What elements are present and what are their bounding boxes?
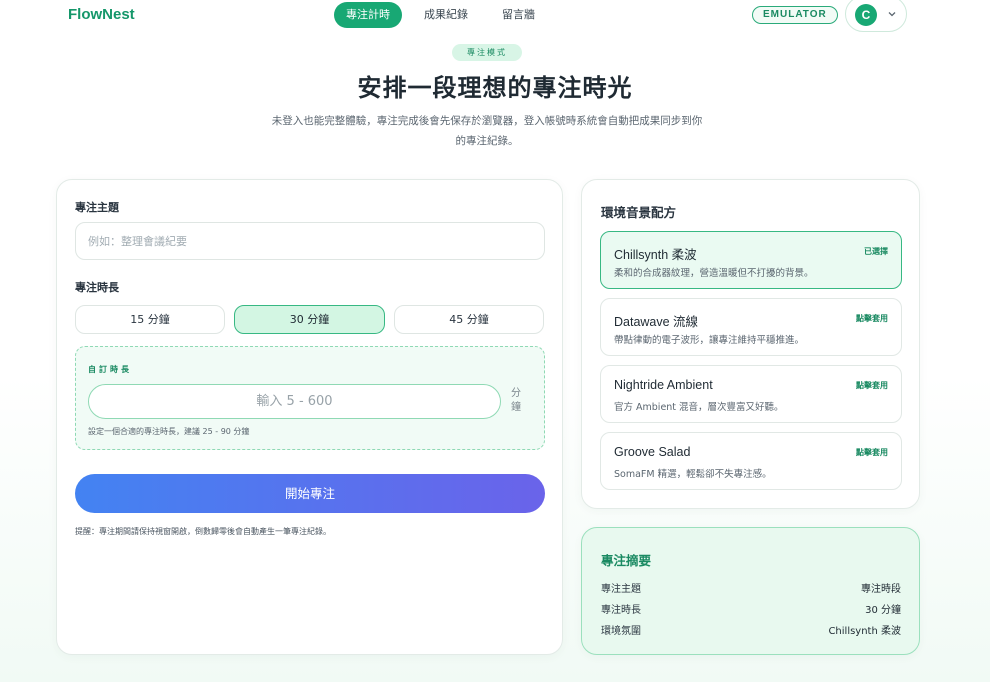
user-menu-button[interactable]: C bbox=[845, 0, 907, 32]
main-nav: 專注計時 成果紀錄 留言牆 bbox=[334, 2, 547, 28]
track-name: Groove Salad bbox=[614, 445, 691, 459]
nav-message-wall[interactable]: 留言牆 bbox=[490, 2, 547, 28]
custom-duration-label: 自訂時長 bbox=[88, 365, 132, 374]
app-logo[interactable]: FlowNest bbox=[68, 6, 135, 23]
track-option-datawave[interactable]: Datawave 流線 帶點律動的電子波形，讓專注維持平穩推進。 點擊套用 bbox=[600, 298, 902, 356]
track-option-groove-salad[interactable]: Groove Salad SomaFM 精選，輕鬆卻不失專注感。 點擊套用 bbox=[600, 432, 902, 490]
track-name: Nightride Ambient bbox=[614, 378, 713, 392]
custom-duration-panel: 自訂時長 分鐘 設定一個合適的專注時長，建議 25 - 90 分鐘 bbox=[75, 346, 545, 450]
track-option-nightride[interactable]: Nightride Ambient 官方 Ambient 混音，層次豐富又好聽。… bbox=[600, 365, 902, 423]
track-status: 已選擇 bbox=[864, 247, 888, 256]
track-option-chillsynth[interactable]: Chillsynth 柔波 柔和的合成器紋理，營造溫暖但不打擾的背景。 已選擇 bbox=[600, 231, 902, 289]
summary-row-ambience: 環境氛圍 Chillsynth 柔波 bbox=[601, 622, 901, 638]
track-status: 點擊套用 bbox=[856, 314, 888, 323]
summary-row-topic: 專注主題 專注時段 bbox=[601, 580, 901, 596]
focus-summary-card: 專注摘要 專注主題 專注時段 專注時長 30 分鐘 環境氛圍 Chillsynt… bbox=[581, 527, 920, 655]
summary-key: 環境氛圍 bbox=[601, 626, 641, 637]
ambient-sound-card: 環境音景配方 Chillsynth 柔波 柔和的合成器紋理，營造溫暖但不打擾的背… bbox=[581, 179, 920, 509]
focus-settings-card: 專注主題 專注時長 15 分鐘 30 分鐘 45 分鐘 自訂時長 分鐘 設定一個… bbox=[56, 179, 563, 655]
summary-key: 專注時長 bbox=[601, 605, 641, 616]
nav-achievements[interactable]: 成果紀錄 bbox=[412, 2, 480, 28]
track-description: SomaFM 精選，輕鬆卻不失專注感。 bbox=[614, 469, 772, 480]
duration-15-button[interactable]: 15 分鐘 bbox=[75, 305, 225, 334]
summary-row-duration: 專注時長 30 分鐘 bbox=[601, 601, 901, 617]
summary-key: 專注主題 bbox=[601, 584, 641, 595]
duration-45-button[interactable]: 45 分鐘 bbox=[394, 305, 544, 334]
ambient-sound-title: 環境音景配方 bbox=[601, 205, 677, 220]
chevron-down-icon bbox=[888, 12, 896, 17]
summary-title: 專注摘要 bbox=[601, 553, 652, 568]
track-description: 帶點律動的電子波形，讓專注維持平穩推進。 bbox=[614, 335, 805, 346]
track-name: Datawave 流線 bbox=[614, 315, 699, 329]
emulator-badge: EMULATOR bbox=[752, 6, 838, 24]
subtitle-line-2: 的專注紀錄。 bbox=[455, 135, 519, 147]
track-status: 點擊套用 bbox=[856, 448, 888, 457]
topic-label: 專注主題 bbox=[75, 201, 119, 214]
start-focus-button[interactable]: 開始專注 bbox=[75, 474, 545, 513]
topic-input[interactable] bbox=[75, 222, 545, 260]
custom-duration-hint: 設定一個合適的專注時長，建議 25 - 90 分鐘 bbox=[88, 427, 250, 436]
duration-label: 專注時長 bbox=[75, 281, 119, 294]
avatar: C bbox=[855, 4, 877, 26]
focus-reminder: 提醒：專注期間請保持視窗開啟，倒數歸零後會自動產生一筆專注紀錄。 bbox=[75, 527, 331, 536]
mode-badge: 專注模式 bbox=[452, 44, 522, 61]
summary-value: 專注時段 bbox=[861, 584, 901, 595]
custom-duration-input[interactable] bbox=[88, 384, 501, 419]
summary-value: Chillsynth 柔波 bbox=[828, 626, 901, 637]
track-name: Chillsynth 柔波 bbox=[614, 248, 697, 262]
summary-value: 30 分鐘 bbox=[865, 605, 901, 616]
top-navigation-bar: FlowNest 專注計時 成果紀錄 留言牆 EMULATOR C bbox=[0, 0, 990, 32]
page-subtitle: 未登入也能完整體驗，專注完成後會先保存於瀏覽器，登入帳號時系統會自動把成果同步到… bbox=[232, 111, 742, 151]
track-status: 點擊套用 bbox=[856, 381, 888, 390]
track-description: 官方 Ambient 混音，層次豐富又好聽。 bbox=[614, 402, 784, 413]
subtitle-line-1: 未登入也能完整體驗，專注完成後會先保存於瀏覽器，登入帳號時系統會自動把成果同步到… bbox=[271, 115, 703, 127]
page-title: 安排一段理想的專注時光 bbox=[357, 74, 633, 102]
nav-focus-timer[interactable]: 專注計時 bbox=[334, 2, 402, 28]
minutes-unit: 分鐘 bbox=[511, 388, 521, 413]
duration-30-button[interactable]: 30 分鐘 bbox=[234, 305, 385, 334]
track-description: 柔和的合成器紋理，營造溫暖但不打擾的背景。 bbox=[614, 268, 814, 279]
